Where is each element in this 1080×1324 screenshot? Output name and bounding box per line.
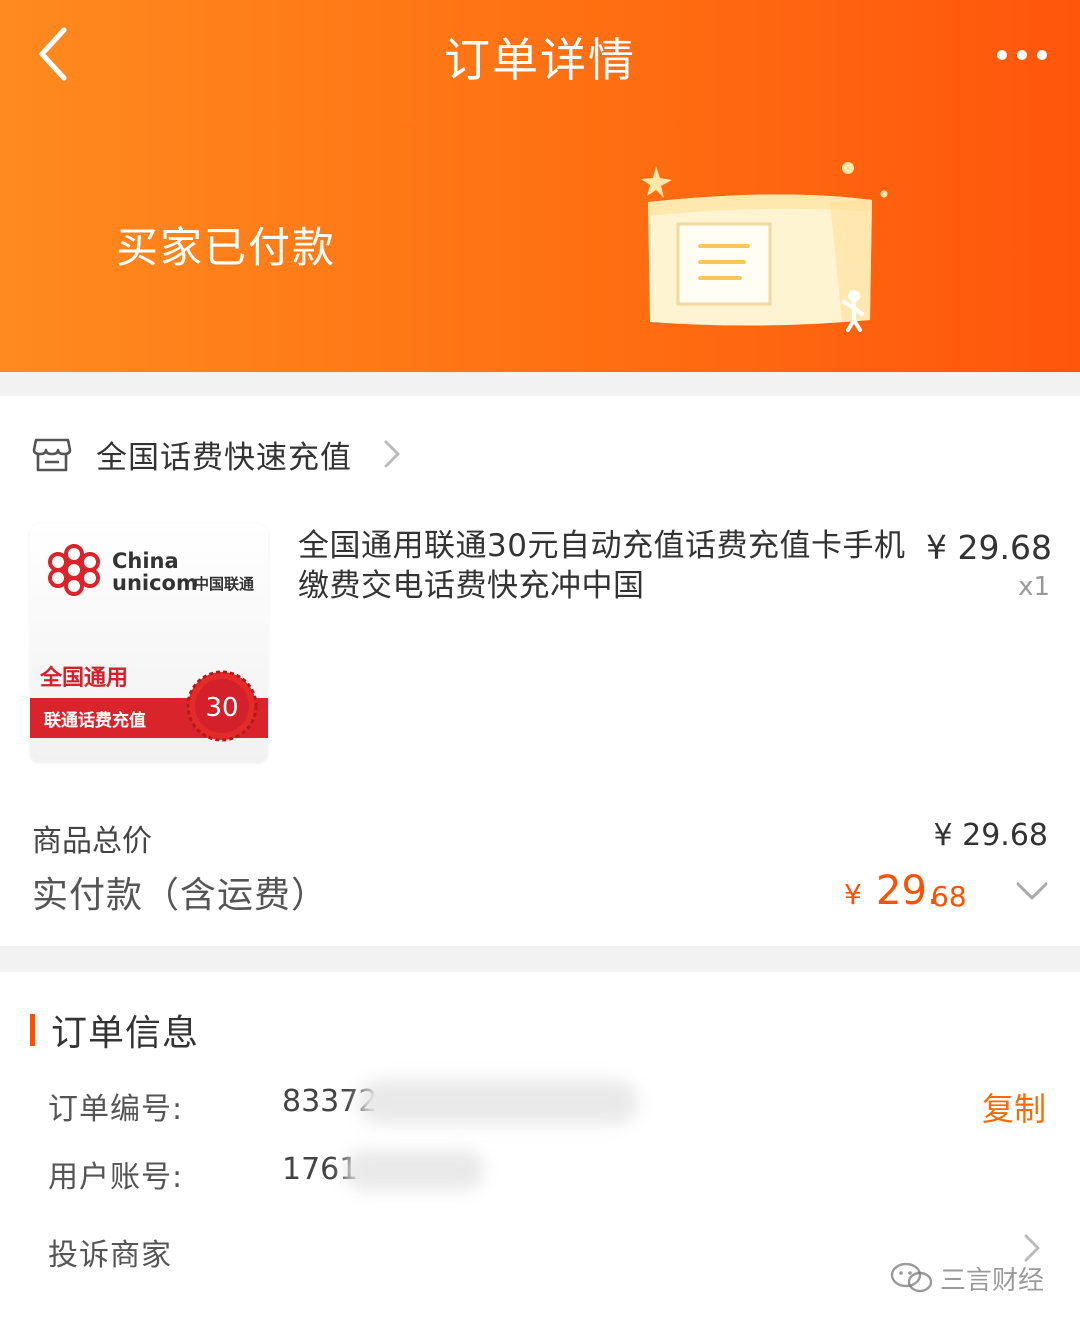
order-info-header: 订单信息 <box>30 1010 199 1054</box>
product-title[interactable]: 全国通用联通30元自动充值话费充值卡手机缴费交电话费快充冲中国 <box>298 526 910 606</box>
seal-value: 30 <box>205 693 238 723</box>
product-card: 全国话费快速充值 China unicom 中国联通 全国通用 联通话费充值 3… <box>0 396 1080 946</box>
chevron-down-icon <box>1016 882 1048 900</box>
order-status-header: 订单详情 买家已付款 <box>0 0 1080 372</box>
package-box-icon <box>641 162 888 332</box>
order-number-label: 订单编号: <box>48 1092 184 1127</box>
complain-merchant-label: 投诉商家 <box>48 1238 172 1273</box>
account-label: 用户账号: <box>48 1160 184 1195</box>
paid-amount-decimal: 68 <box>931 880 967 913</box>
shop-name: 全国话费快速充值 <box>96 439 352 476</box>
wechat-icon <box>890 1262 933 1293</box>
product-price: ¥ 29.68 <box>926 528 1052 567</box>
section-accent-bar <box>30 1014 35 1046</box>
product-quantity: x1 <box>1018 572 1050 602</box>
paid-amount-label: 实付款（含运费） <box>32 875 329 916</box>
thumbnail-tag: 全国通用 <box>40 666 129 691</box>
watermark-text: 三言财经 <box>940 1265 1045 1296</box>
product-thumbnail[interactable]: China unicom 中国联通 全国通用 联通话费充值 30 <box>30 524 268 762</box>
page-title: 订单详情 <box>444 33 636 87</box>
brand-english: China unicom <box>112 549 198 595</box>
brand-chinese: 中国联通 <box>194 575 255 593</box>
order-status-text: 买家已付款 <box>116 223 337 272</box>
shop-link[interactable]: 全国话费快速充值 <box>30 426 404 482</box>
paid-currency: ¥ <box>844 878 862 911</box>
value-seal-icon: 30 <box>186 670 258 742</box>
goods-total-value: ¥ 29.68 <box>933 818 1048 853</box>
account-blur <box>344 1150 484 1190</box>
goods-total-label: 商品总价 <box>32 824 152 859</box>
unicom-logo-icon <box>48 544 100 596</box>
more-dots-icon <box>997 50 1047 60</box>
store-icon <box>32 438 72 472</box>
thumbnail-band-text: 联通话费充值 <box>44 711 146 731</box>
order-info-title: 订单信息 <box>51 1013 200 1054</box>
chevron-right-icon <box>384 440 400 468</box>
expand-price-button[interactable] <box>1014 878 1050 906</box>
copy-button[interactable]: 复制 <box>982 1084 1046 1130</box>
order-number-blur <box>358 1080 638 1124</box>
watermark: 三言财经 <box>890 1258 1044 1298</box>
more-button[interactable] <box>994 40 1050 70</box>
